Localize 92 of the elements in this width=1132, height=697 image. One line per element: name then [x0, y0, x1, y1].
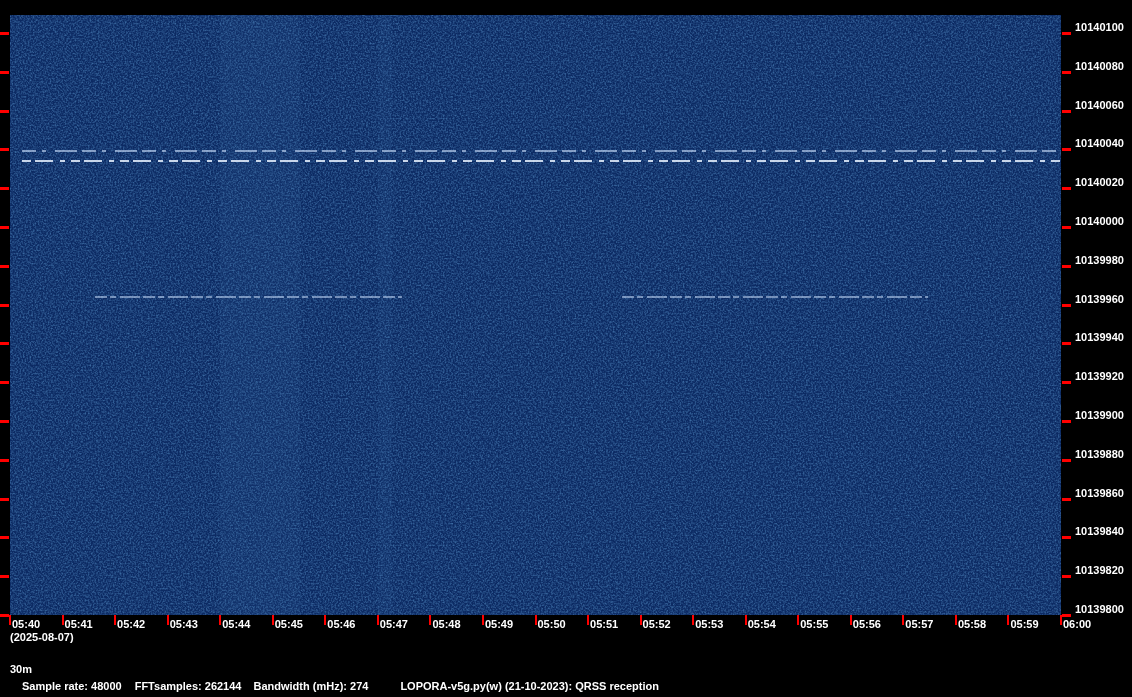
frequency-label: 10139900: [1075, 409, 1124, 422]
time-label: 05:57: [905, 618, 934, 631]
tick-mark: [1007, 615, 1010, 625]
time-label: 05:53: [695, 618, 724, 631]
time-label: 05:50: [537, 618, 566, 631]
tick-mark: [1062, 264, 1071, 268]
tick-mark: [0, 109, 9, 113]
info-text: FFTsamples: 262144: [134, 680, 242, 693]
tick-mark: [692, 615, 695, 625]
tick-mark: [902, 615, 905, 625]
time-label: 05:54: [747, 618, 776, 631]
time-label: 05:58: [957, 618, 987, 631]
tick-mark: [481, 615, 484, 625]
tick-mark: [0, 497, 9, 501]
info-text: Bandwidth (mHz): 274: [253, 680, 369, 693]
tick-mark: [0, 420, 9, 423]
tick-mark: [429, 615, 432, 625]
tick-mark: [0, 32, 9, 35]
time-label: 05:56: [852, 618, 881, 631]
time-label: 05:40: [12, 618, 41, 631]
tick-mark: [1062, 303, 1071, 307]
tick-mark: [0, 303, 9, 307]
frequency-label: 10139860: [1075, 486, 1124, 500]
frequency-label: 10140080: [1075, 59, 1124, 73]
tick-mark: [0, 187, 9, 191]
tick-mark: [61, 615, 64, 625]
tick-mark: [1062, 70, 1071, 74]
tick-mark: [1062, 381, 1071, 385]
tick-mark: [849, 615, 852, 625]
tick-mark: [376, 615, 379, 625]
frequency-label: 10139820: [1075, 564, 1124, 578]
tick-mark: [1062, 148, 1071, 152]
frequency-label: 10139980: [1075, 253, 1124, 267]
frequency-label: 10140060: [1075, 98, 1124, 112]
time-label: 05:52: [642, 618, 671, 631]
tick-mark: [1062, 420, 1071, 423]
tick-mark: [1062, 342, 1071, 346]
tick-mark: [534, 615, 537, 625]
band-label: 30m: [10, 663, 33, 676]
frequency-label: 10139960: [1075, 292, 1124, 306]
time-label: 05:44: [222, 618, 251, 631]
tick-mark: [1062, 226, 1071, 229]
tick-mark: [0, 148, 9, 152]
time-label: 05:42: [117, 618, 146, 631]
time-label: 05:46: [327, 618, 356, 631]
time-label: 06:00: [1063, 618, 1092, 631]
time-label: 05:45: [274, 618, 303, 631]
tick-mark: [0, 458, 9, 462]
tick-mark: [166, 615, 169, 625]
tick-mark: [271, 615, 274, 625]
tick-mark: [639, 615, 642, 625]
info-text: LOPORA-v5g.py(w) (21-10-2023): QRSS reception: [400, 680, 659, 693]
time-label: 05:59: [1010, 618, 1039, 631]
tick-mark: [1062, 458, 1071, 462]
time-label: 05:55: [800, 618, 829, 631]
frequency-label: 10140100: [1075, 21, 1124, 34]
tick-mark: [587, 615, 590, 625]
frequency-label: 10140000: [1075, 215, 1124, 228]
frequency-label: 10140020: [1075, 176, 1124, 190]
tick-mark: [797, 615, 800, 625]
tick-mark: [1062, 497, 1071, 501]
tick-mark: [0, 70, 9, 74]
tick-mark: [0, 536, 9, 540]
tick-mark: [1062, 109, 1071, 113]
tick-mark: [1062, 32, 1071, 35]
tick-mark: [324, 615, 327, 625]
time-label: 05:41: [64, 618, 93, 631]
tick-mark: [219, 615, 222, 625]
tick-mark: [1062, 575, 1071, 579]
tick-mark: [114, 615, 117, 625]
tick-mark: [1062, 536, 1071, 540]
time-label: 05:47: [379, 618, 408, 631]
tick-mark: [0, 226, 9, 229]
frequency-label: 10139920: [1075, 370, 1124, 384]
frequency-label: 10139800: [1075, 603, 1124, 616]
info-text: Sample rate: 48000: [22, 680, 122, 693]
tick-mark: [0, 575, 9, 579]
time-label: 05:43: [169, 618, 198, 631]
frequency-label: 10140040: [1075, 137, 1124, 151]
tick-mark: [0, 342, 9, 346]
time-label: 05:49: [484, 618, 514, 631]
time-label: 05:48: [432, 618, 461, 631]
tick-mark: [0, 264, 9, 268]
tick-mark: [0, 381, 9, 385]
tick-mark: [954, 615, 957, 625]
time-label: 05:51: [590, 618, 619, 631]
tick-mark: [744, 615, 747, 625]
frequency-label: 10139840: [1075, 525, 1124, 539]
frequency-label: 10139940: [1075, 331, 1124, 345]
date-label: (2025-08-07): [10, 631, 74, 644]
tick-mark: [1062, 187, 1071, 191]
frequency-label: 10139880: [1075, 447, 1124, 461]
